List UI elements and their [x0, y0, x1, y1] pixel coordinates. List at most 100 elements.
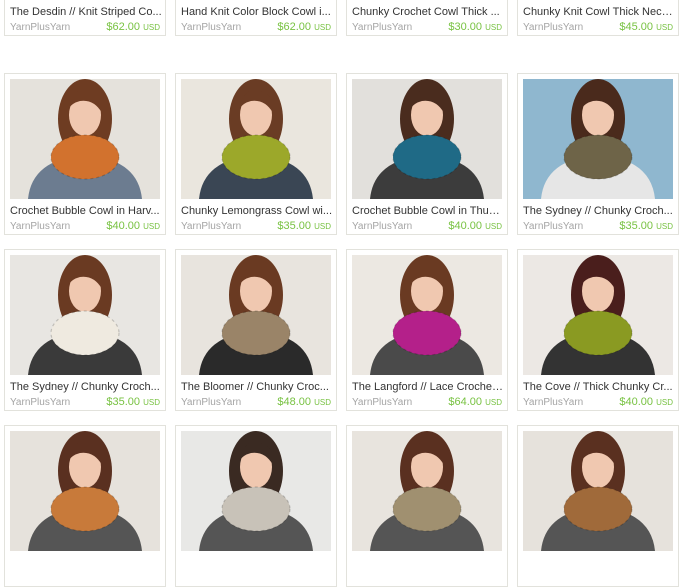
listing-card[interactable]: Crochet Bubble Cowl in Harv... YarnPlusYa…	[4, 73, 166, 235]
shop-name-link[interactable]: YarnPlusYarn	[181, 397, 241, 409]
price-currency: USD	[656, 398, 673, 407]
listing-price: $64.00 USD	[448, 396, 502, 409]
listing-title[interactable]: The Sydney // Chunky Croch...	[523, 205, 675, 218]
price-amount: $45.00	[619, 21, 654, 33]
listing-card[interactable]: The Sydney // Chunky Croch... YarnPlusYar…	[4, 249, 166, 411]
model-photo-illustration	[10, 255, 160, 375]
listing-price: $62.00 USD	[106, 21, 160, 34]
listing-card[interactable]: The Desdin // Knit Striped Co... YarnPlus…	[4, 0, 166, 36]
price-currency: USD	[314, 398, 331, 407]
model-photo-illustration	[523, 255, 673, 375]
price-amount: $48.00	[277, 396, 312, 408]
listing-card[interactable]	[175, 425, 337, 587]
listing-photo[interactable]	[523, 431, 673, 551]
price-currency: USD	[143, 398, 160, 407]
model-photo-illustration	[181, 431, 331, 551]
shop-name-link[interactable]: YarnPlusYarn	[523, 221, 583, 233]
listing-photo[interactable]	[181, 255, 331, 375]
listing-photo[interactable]	[352, 431, 502, 551]
listing-title[interactable]: Crochet Bubble Cowl in Thun...	[352, 205, 504, 218]
listing-photo[interactable]	[523, 79, 673, 199]
listing-title[interactable]: The Sydney // Chunky Croch...	[10, 381, 162, 394]
price-currency: USD	[485, 23, 502, 32]
model-photo-illustration	[523, 79, 673, 199]
listing-photo[interactable]	[352, 255, 502, 375]
shop-name-link[interactable]: YarnPlusYarn	[10, 22, 70, 34]
price-currency: USD	[143, 222, 160, 231]
shop-name-link[interactable]: YarnPlusYarn	[181, 22, 241, 34]
listing-card[interactable]: Hand Knit Color Block Cowl i... YarnPlusY…	[175, 0, 337, 36]
price-currency: USD	[314, 222, 331, 231]
listing-price: $35.00 USD	[619, 220, 673, 233]
listing-photo[interactable]	[352, 79, 502, 199]
listing-card[interactable]: Chunky Crochet Cowl Thick ... YarnPlusYar…	[346, 0, 508, 36]
shop-name-link[interactable]: YarnPlusYarn	[10, 397, 70, 409]
shop-name-link[interactable]: YarnPlusYarn	[523, 397, 583, 409]
listing-card[interactable]	[346, 425, 508, 587]
listing-title[interactable]: The Cove // Thick Chunky Cr...	[523, 381, 675, 394]
listing-title[interactable]: The Langford // Lace Crochet...	[352, 381, 504, 394]
price-amount: $35.00	[106, 396, 141, 408]
listing-card[interactable]: Crochet Bubble Cowl in Thun... YarnPlusYa…	[346, 73, 508, 235]
listing-card[interactable]: Chunky Knit Cowl Thick Neck... YarnPlusYa…	[517, 0, 679, 36]
listing-price: $45.00 USD	[619, 21, 673, 34]
shop-name-link[interactable]: YarnPlusYarn	[181, 221, 241, 233]
price-amount: $30.00	[448, 21, 483, 33]
price-amount: $64.00	[448, 396, 483, 408]
shop-name-link[interactable]: YarnPlusYarn	[352, 397, 412, 409]
listing-title[interactable]: Chunky Crochet Cowl Thick ...	[352, 6, 504, 19]
listing-price: $35.00 USD	[277, 220, 331, 233]
price-amount: $35.00	[277, 220, 312, 232]
price-amount: $40.00	[448, 220, 483, 232]
model-photo-illustration	[352, 431, 502, 551]
price-currency: USD	[314, 23, 331, 32]
listing-card[interactable]: The Langford // Lace Crochet... YarnPlusY…	[346, 249, 508, 411]
listing-title[interactable]: Chunky Lemongrass Cowl wi...	[181, 205, 333, 218]
listing-title[interactable]: Crochet Bubble Cowl in Harv...	[10, 205, 162, 218]
listing-photo[interactable]	[181, 79, 331, 199]
listing-price: $30.00 USD	[448, 21, 502, 34]
shop-name-link[interactable]: YarnPlusYarn	[352, 22, 412, 34]
price-amount: $35.00	[619, 220, 654, 232]
price-currency: USD	[485, 398, 502, 407]
model-photo-illustration	[181, 255, 331, 375]
listing-card[interactable]	[517, 425, 679, 587]
price-amount: $40.00	[106, 220, 141, 232]
listing-price: $35.00 USD	[106, 396, 160, 409]
model-photo-illustration	[352, 255, 502, 375]
price-amount: $40.00	[619, 396, 654, 408]
listing-photo[interactable]	[10, 255, 160, 375]
listing-card[interactable]: Chunky Lemongrass Cowl wi... YarnPlusYarn…	[175, 73, 337, 235]
listing-title[interactable]: The Bloomer // Chunky Croc...	[181, 381, 333, 394]
model-photo-illustration	[523, 431, 673, 551]
model-photo-illustration	[181, 79, 331, 199]
listing-photo[interactable]	[10, 79, 160, 199]
model-photo-illustration	[352, 79, 502, 199]
listing-price: $62.00 USD	[277, 21, 331, 34]
model-photo-illustration	[10, 431, 160, 551]
price-currency: USD	[656, 222, 673, 231]
listing-card[interactable]: The Cove // Thick Chunky Cr... YarnPlusYa…	[517, 249, 679, 411]
listing-price: $40.00 USD	[106, 220, 160, 233]
shop-name-link[interactable]: YarnPlusYarn	[352, 221, 412, 233]
listing-card[interactable]: The Bloomer // Chunky Croc... YarnPlusYar…	[175, 249, 337, 411]
price-amount: $62.00	[277, 21, 312, 33]
price-amount: $62.00	[106, 21, 141, 33]
price-currency: USD	[143, 23, 160, 32]
shop-name-link[interactable]: YarnPlusYarn	[10, 221, 70, 233]
listing-card[interactable]: The Sydney // Chunky Croch... YarnPlusYar…	[517, 73, 679, 235]
listing-price: $48.00 USD	[277, 396, 331, 409]
listing-price: $40.00 USD	[619, 396, 673, 409]
listing-photo[interactable]	[523, 255, 673, 375]
listing-photo[interactable]	[181, 431, 331, 551]
listing-card[interactable]	[4, 425, 166, 587]
listing-title[interactable]: Chunky Knit Cowl Thick Neck...	[523, 6, 675, 19]
price-currency: USD	[485, 222, 502, 231]
shop-name-link[interactable]: YarnPlusYarn	[523, 22, 583, 34]
listing-title[interactable]: The Desdin // Knit Striped Co...	[10, 6, 162, 19]
listing-title[interactable]: Hand Knit Color Block Cowl i...	[181, 6, 333, 19]
model-photo-illustration	[10, 79, 160, 199]
listing-photo[interactable]	[10, 431, 160, 551]
price-currency: USD	[656, 23, 673, 32]
listing-price: $40.00 USD	[448, 220, 502, 233]
